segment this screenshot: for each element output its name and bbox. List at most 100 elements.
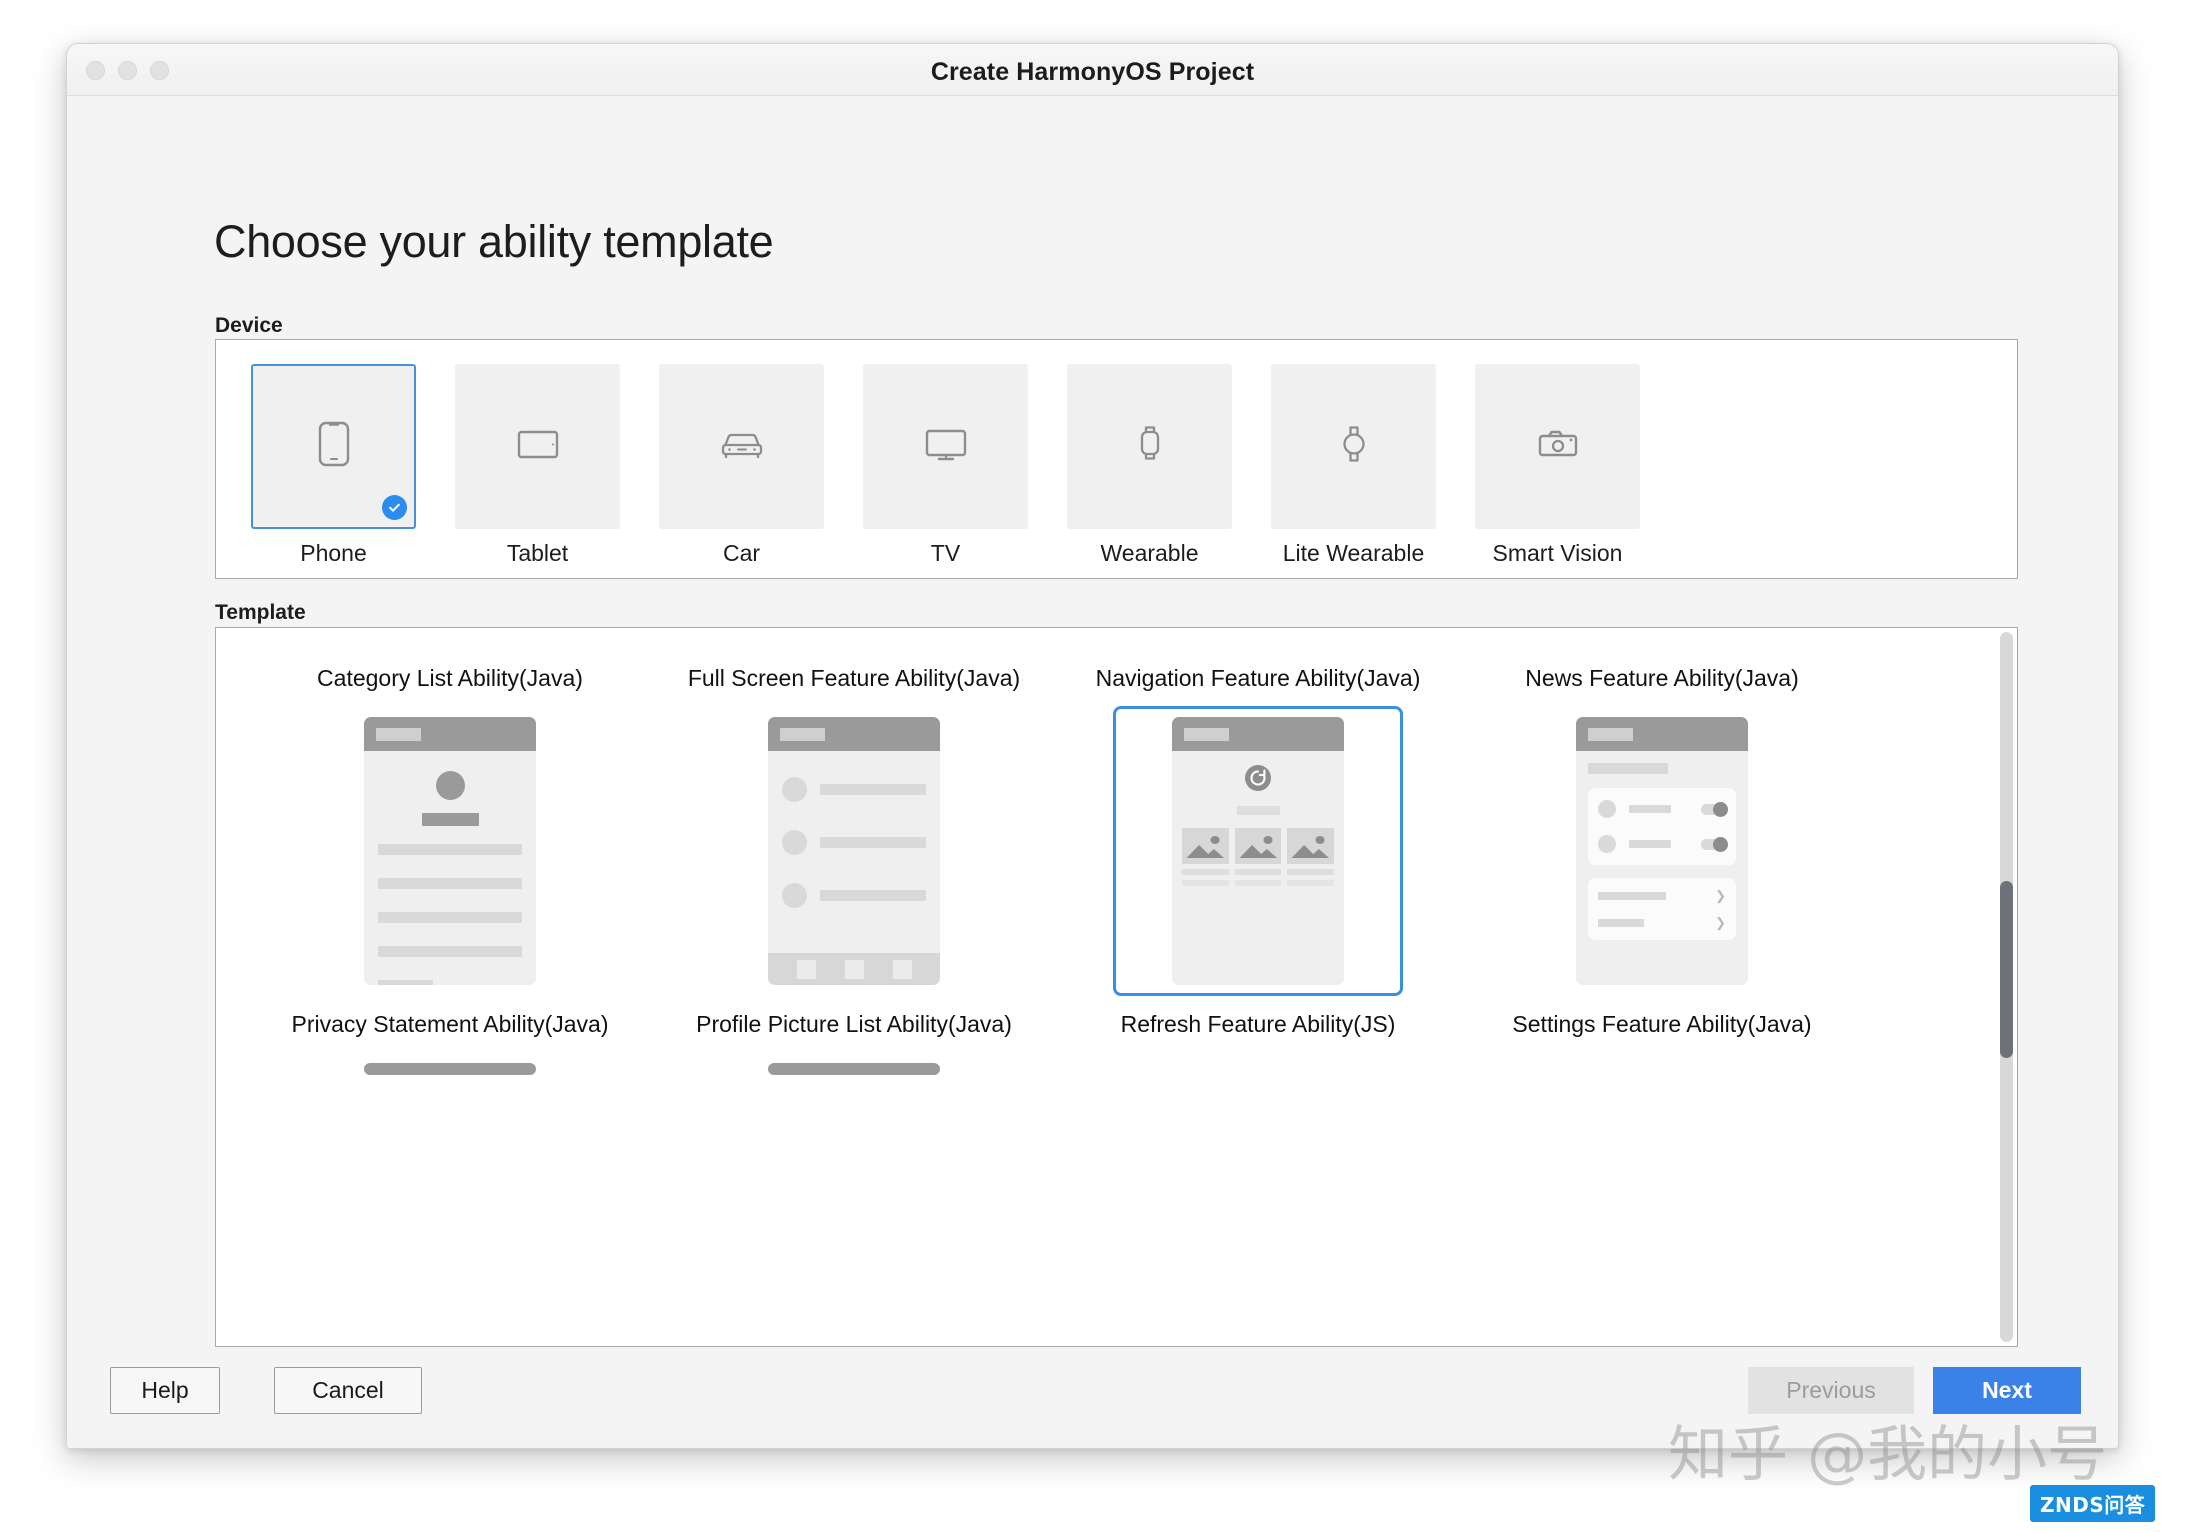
preview-header-bar: [364, 1063, 536, 1075]
preview-list-row: [782, 883, 926, 908]
template-preview-frame[interactable]: [709, 1052, 999, 1342]
template-preview-frame[interactable]: [1113, 1052, 1403, 1342]
template-scrollbar-track[interactable]: [2000, 632, 2013, 1342]
template-preview-frame[interactable]: [305, 1052, 595, 1342]
preview-grid-item: [1234, 828, 1282, 886]
preview-header-bar: [768, 1063, 940, 1075]
template-preview-frame[interactable]: [305, 706, 595, 996]
template-label-news: News Feature Ability(Java): [1525, 665, 1799, 691]
toggle-switch-icon: [1701, 836, 1728, 852]
template-card-refresh-feature[interactable]: Refresh Feature Ability(JS): [1056, 996, 1460, 1342]
tablet-icon: [513, 424, 563, 469]
preview-tabbar: [768, 953, 940, 985]
device-tile-wearable[interactable]: [1067, 364, 1232, 529]
watch-round-icon: [1337, 419, 1371, 474]
preview-link-card: ❯ ❯: [1588, 878, 1736, 940]
template-grid: Category List Ability(Java) Full Screen …: [216, 650, 2017, 1342]
preview-list-row: [782, 830, 926, 855]
preview-toggle-row: [1598, 800, 1728, 818]
preview-header-bar: [1172, 717, 1344, 751]
preview-name-bar: [421, 813, 479, 826]
device-tile-tv[interactable]: [863, 364, 1028, 529]
preview-header-bar: [1576, 717, 1748, 751]
device-tile-smart-vision[interactable]: [1475, 364, 1640, 529]
device-card-tablet[interactable]: Tablet: [455, 364, 620, 567]
device-label-smart-vision: Smart Vision: [1492, 540, 1623, 566]
tv-icon: [920, 423, 972, 470]
template-label-settings-feature: Settings Feature Ability(Java): [1512, 1011, 1812, 1037]
device-label-phone: Phone: [300, 540, 367, 566]
preview-caption-bar: [1236, 806, 1280, 815]
preview-link-row: ❯: [1598, 916, 1726, 929]
window-title: Create HarmonyOS Project: [930, 58, 1255, 86]
chevron-right-icon: ❯: [1715, 915, 1726, 930]
phone-icon: [315, 420, 353, 473]
preview-line-short: [378, 980, 433, 985]
device-card-phone[interactable]: Phone: [251, 364, 416, 567]
template-card-news[interactable]: News Feature Ability(Java) ❯ ❯: [1460, 650, 1864, 996]
template-section-label: Template: [215, 601, 306, 624]
page-title: Choose your ability template: [214, 216, 774, 267]
settings-toggle-preview: ❯ ❯: [1576, 717, 1748, 985]
device-tile-tablet[interactable]: [455, 364, 620, 529]
template-card-profile-picture-list[interactable]: Profile Picture List Ability(Java): [652, 996, 1056, 1342]
preview-avatar: [435, 771, 465, 800]
preview-grid-item: [1182, 828, 1229, 886]
template-preview-frame[interactable]: ❯ ❯: [1517, 706, 1807, 996]
template-card-privacy-statement[interactable]: Privacy Statement Ability(Java): [248, 996, 652, 1342]
camera-icon: [1532, 423, 1584, 470]
device-card-lite-wearable[interactable]: Lite Wearable: [1271, 364, 1436, 567]
device-section-label: Device: [215, 314, 283, 337]
preview-line: [378, 946, 522, 957]
template-label-refresh-feature: Refresh Feature Ability(JS): [1120, 1011, 1396, 1037]
toggle-switch-icon: [1701, 801, 1728, 817]
list-tabbar-preview: [768, 717, 940, 985]
template-preview-frame[interactable]: [709, 706, 999, 996]
refresh-grid-preview: [1172, 717, 1344, 985]
template-label-full-screen: Full Screen Feature Ability(Java): [687, 665, 1021, 691]
device-label-car: Car: [722, 540, 761, 566]
preview-line: [378, 912, 522, 923]
template-preview-frame-selected[interactable]: [1113, 706, 1403, 996]
preview-toggle-card: [1588, 788, 1736, 865]
image-placeholder-icon: [1182, 828, 1229, 864]
selected-check-icon: [382, 495, 407, 520]
device-label-tv: TV: [930, 540, 961, 566]
previous-button: Previous: [1748, 1367, 1914, 1414]
template-label-navigation: Navigation Feature Ability(Java): [1095, 665, 1421, 691]
window-titlebar: Create HarmonyOS Project: [67, 44, 2118, 96]
clipped-preview: [768, 1063, 940, 1075]
device-label-lite-wearable: Lite Wearable: [1282, 540, 1425, 566]
device-tile-car[interactable]: [659, 364, 824, 529]
image-placeholder-icon: [1287, 828, 1335, 864]
template-card-navigation[interactable]: Navigation Feature Ability(Java): [1056, 650, 1460, 996]
device-card-car[interactable]: Car: [659, 364, 824, 567]
create-harmonyos-project-window: Create HarmonyOS Project Choose your abi…: [66, 43, 2119, 1449]
next-button[interactable]: Next: [1933, 1367, 2081, 1414]
chevron-right-icon: ❯: [1715, 888, 1726, 903]
preview-header-bar: [768, 717, 940, 751]
template-card-category-list[interactable]: Category List Ability(Java): [248, 650, 652, 996]
device-tile-phone[interactable]: [251, 364, 416, 529]
device-card-tv[interactable]: TV: [863, 364, 1028, 567]
template-scrollbar-thumb[interactable]: [2000, 880, 2013, 1058]
device-card-wearable[interactable]: Wearable: [1067, 364, 1232, 567]
help-button[interactable]: Help: [110, 1367, 220, 1414]
device-card-smart-vision[interactable]: Smart Vision: [1475, 364, 1640, 567]
template-label-category-list: Category List Ability(Java): [317, 665, 583, 691]
template-label-profile-picture-list: Profile Picture List Ability(Java): [696, 1011, 1012, 1037]
template-scroll-area: Category List Ability(Java) Full Screen …: [216, 628, 2017, 1346]
template-card-full-screen[interactable]: Full Screen Feature Ability(Java): [652, 650, 1056, 996]
preview-grid-item: [1287, 828, 1335, 886]
template-card-settings-feature[interactable]: Settings Feature Ability(Java): [1460, 996, 1864, 1342]
template-panel: Category List Ability(Java) Full Screen …: [215, 627, 2018, 1347]
refresh-icon: [1243, 763, 1273, 798]
cancel-button[interactable]: Cancel: [274, 1367, 422, 1414]
preview-line: [378, 844, 522, 855]
preview-line: [378, 878, 522, 889]
device-label-wearable: Wearable: [1100, 540, 1199, 566]
preview-link-row: ❯: [1598, 889, 1726, 902]
watch-square-icon: [1133, 419, 1167, 474]
template-preview-frame[interactable]: [1517, 1052, 1807, 1342]
device-tile-lite-wearable[interactable]: [1271, 364, 1436, 529]
